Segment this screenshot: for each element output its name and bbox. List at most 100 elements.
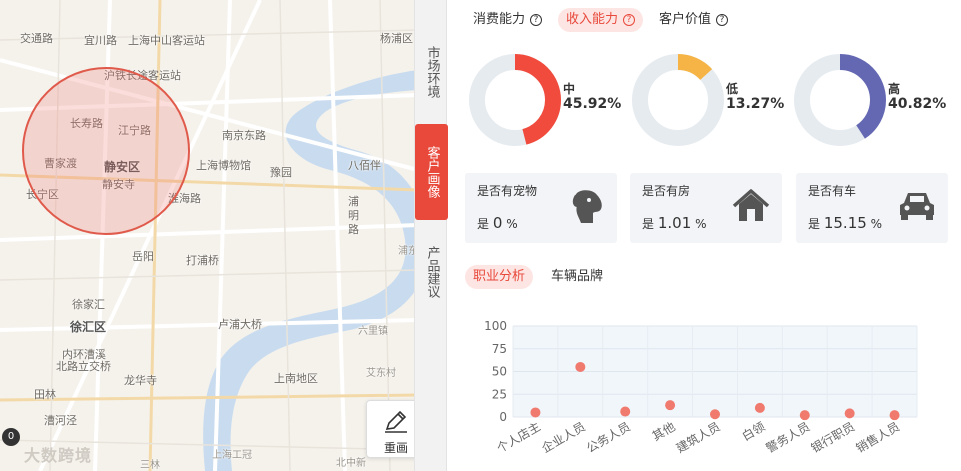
pet-ownership-card: 是否有宠物 是 0 % xyxy=(465,173,617,243)
x-tick-label: 建筑人员 xyxy=(673,419,722,456)
map-label: 徐家汇 xyxy=(72,298,105,311)
tab-market-environment[interactable]: 市场环境 xyxy=(415,40,448,104)
house-icon xyxy=(732,189,770,221)
donut-chart xyxy=(469,54,561,146)
x-tick-label: 银行职员 xyxy=(809,419,858,455)
map-label: 宜川路 xyxy=(84,34,117,47)
question-icon[interactable]: ? xyxy=(530,14,543,26)
tab-customer-profile[interactable]: 客户画像 xyxy=(415,124,448,220)
car-icon xyxy=(900,193,934,220)
donut-medium: 中 45.92% xyxy=(467,52,621,148)
data-point[interactable] xyxy=(799,410,810,421)
card-prefix: 是 xyxy=(642,217,655,231)
x-tick-label: 销售人员 xyxy=(853,419,902,456)
card-value: 是 1.01 % xyxy=(642,214,706,232)
question-icon[interactable]: ? xyxy=(623,14,636,26)
app-root: 交通路 宜川路 上海中山客运站 杨浦区 沪铁长途客运站 长寿路 江宁路 南京东路… xyxy=(0,0,961,471)
donut-high: 高 40.82% xyxy=(792,52,946,148)
card-prefix: 是 xyxy=(808,217,821,231)
map-label: 杨浦区 xyxy=(380,32,413,45)
analysis-tabbar: 职业分析 车辆品牌 xyxy=(465,265,611,289)
card-value: 是 0 % xyxy=(477,214,518,232)
question-icon[interactable]: ? xyxy=(716,14,729,26)
tab-label: 消费能力 xyxy=(473,12,526,27)
map-label: 北中新 xyxy=(336,458,366,469)
x-tick-label: 公务人员 xyxy=(584,419,633,456)
customer-profile-panel: 消费能力 ? 收入能力 ? 客户价值 ? 中 45.92% 低 13.27% 高… xyxy=(447,0,961,471)
card-unit: % xyxy=(870,217,883,231)
card-title: 是否有房 xyxy=(642,184,691,198)
data-point[interactable] xyxy=(889,410,900,421)
map-label: 龙华寺 xyxy=(124,374,157,387)
map-label: 豫园 xyxy=(270,166,292,179)
data-point[interactable] xyxy=(710,409,720,420)
redraw-button[interactable]: 重画 xyxy=(366,400,418,458)
tab-occupation-analysis[interactable]: 职业分析 xyxy=(465,265,534,289)
map-label: 三林 xyxy=(140,460,160,471)
map-label: 八佰伴 xyxy=(348,159,381,172)
y-tick-label: 75 xyxy=(492,342,507,356)
card-prefix: 是 xyxy=(477,217,490,231)
tab-product-suggestion[interactable]: 产品建议 xyxy=(415,240,448,304)
donut-percent: 13.27% xyxy=(726,96,785,112)
occupation-chart: 0 25 50 75 100 个人店主企业人员公务人员 其他建筑人员 白领警务人员银行职员销售… xyxy=(484,319,918,456)
y-tick-label: 50 xyxy=(492,365,507,379)
card-value: 是 15.15 % xyxy=(808,214,882,232)
x-tick-label: 个人店主 xyxy=(494,419,543,455)
x-tick-label: 企业人员 xyxy=(539,419,588,456)
pen-icon xyxy=(385,410,407,433)
dog-icon xyxy=(572,190,602,223)
donut-level: 高 xyxy=(888,82,901,96)
map-label: 上海博物馆 xyxy=(196,159,251,172)
map-label: 上海工冠 xyxy=(212,450,252,461)
map-label: 上海中山客运站 xyxy=(128,34,205,47)
y-tick-label: 0 xyxy=(499,410,507,424)
selection-radius-circle[interactable] xyxy=(22,67,190,235)
y-tick-label: 100 xyxy=(484,319,507,333)
map-label: 六里镇 xyxy=(358,326,388,337)
map-label: 上南地区 xyxy=(274,372,318,385)
car-ownership-card: 是否有车 是 15.15 % xyxy=(796,173,948,243)
data-point[interactable] xyxy=(575,361,586,372)
donut-low: 低 13.27% xyxy=(630,52,784,148)
tab-label: 收入能力 xyxy=(566,12,619,27)
card-number: 15.15 xyxy=(823,214,867,232)
map-label: 漕河泾 xyxy=(44,414,77,427)
card-title: 是否有宠物 xyxy=(477,184,538,198)
donut-level: 低 xyxy=(726,82,739,96)
card-number: 1.01 xyxy=(657,214,692,232)
house-ownership-card: 是否有房 是 1.01 % xyxy=(630,173,782,243)
data-point[interactable] xyxy=(530,407,541,418)
donut-chart xyxy=(632,54,724,146)
tab-vehicle-brand[interactable]: 车辆品牌 xyxy=(543,265,611,289)
x-tick-label: 其他 xyxy=(650,419,678,443)
card-title: 是否有车 xyxy=(808,184,857,198)
tab-label: 客户价值 xyxy=(659,12,712,27)
x-tick-label: 警务人员 xyxy=(763,419,812,456)
tab-income-capacity[interactable]: 收入能力 ? xyxy=(558,8,644,32)
card-unit: % xyxy=(695,217,707,231)
vertical-tab-bar: 市场环境 客户画像 产品建议 xyxy=(414,0,448,471)
donut-level: 中 xyxy=(563,82,576,96)
tab-consumption-capacity[interactable]: 消费能力 ? xyxy=(465,8,550,32)
map-view[interactable]: 交通路 宜川路 上海中山客运站 杨浦区 沪铁长途客运站 长寿路 江宁路 南京东路… xyxy=(0,0,418,471)
map-label: 交通路 xyxy=(20,32,53,45)
y-tick-label: 25 xyxy=(492,387,507,401)
data-point[interactable] xyxy=(665,400,676,411)
capability-tabbar: 消费能力 ? 收入能力 ? 客户价值 ? xyxy=(465,8,736,32)
map-label: 北路立交桥 xyxy=(56,360,111,373)
map-label: 卢浦大桥 xyxy=(218,318,262,331)
map-label: 徐汇区 xyxy=(70,320,107,334)
data-point[interactable] xyxy=(844,408,855,419)
card-unit: % xyxy=(506,217,518,231)
watermark-logo: 大数跨境 xyxy=(24,446,93,465)
tab-customer-value[interactable]: 客户价值 ? xyxy=(651,8,736,32)
data-point[interactable] xyxy=(620,406,631,417)
map-label: 岳阳 xyxy=(132,250,154,263)
map-label: 打浦桥 xyxy=(186,254,219,267)
donut-chart xyxy=(794,54,886,146)
map-label: 艾东村 xyxy=(366,368,396,379)
map-label: 田林 xyxy=(34,388,56,401)
data-point[interactable] xyxy=(754,402,765,413)
donut-percent: 45.92% xyxy=(563,96,622,112)
